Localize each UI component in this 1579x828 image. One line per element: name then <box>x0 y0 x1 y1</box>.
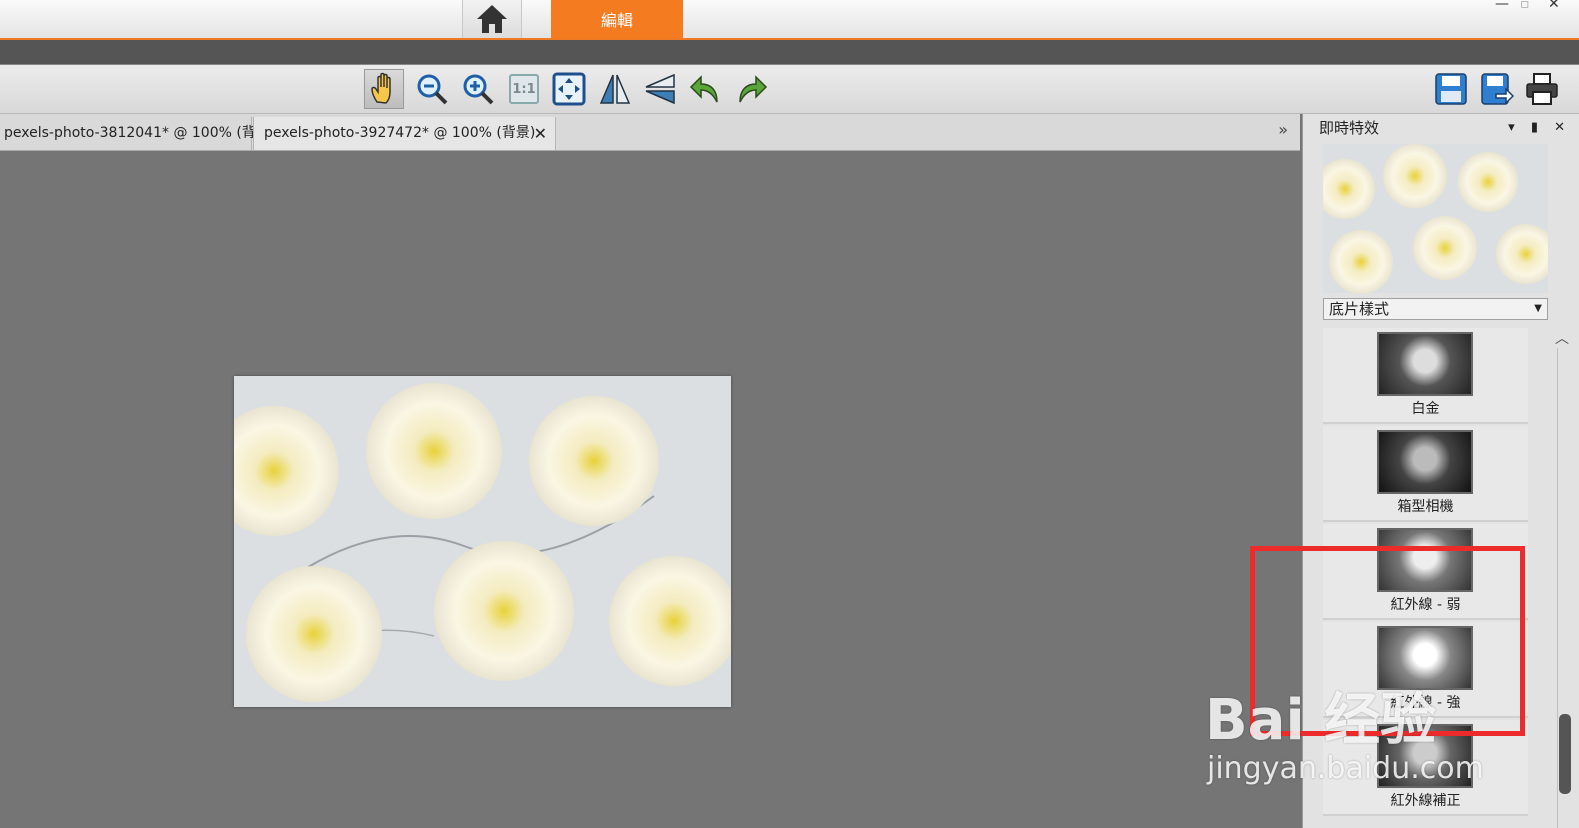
tab-document-1-label: pexels-photo-3812041* @ 100% (背景) <box>4 125 276 141</box>
tab-document-2-label: pexels-photo-3927472* @ 100% (背景) <box>264 125 536 141</box>
document-tabs: pexels-photo-3812041* @ 100% (背景) pexels… <box>0 114 1300 151</box>
rotate-right-button[interactable] <box>731 69 771 109</box>
effect-item[interactable]: 箱型相機 <box>1323 426 1528 522</box>
zoom-in-button[interactable] <box>458 69 498 109</box>
save-button[interactable] <box>1431 69 1471 109</box>
tab-document-1[interactable]: pexels-photo-3812041* @ 100% (背景) <box>0 117 275 150</box>
scroll-thumb[interactable] <box>1559 714 1571 794</box>
restore-button[interactable]: ▫ <box>1520 0 1530 12</box>
fit-window-button[interactable] <box>549 69 589 109</box>
hand-tool-button[interactable] <box>364 69 404 109</box>
style-select-value: 底片樣式 <box>1329 300 1390 318</box>
scroll-track <box>1557 348 1571 828</box>
effects-scrollbar[interactable]: ︿ <box>1553 328 1571 828</box>
effect-thumbnail <box>1377 430 1473 494</box>
menu-strip <box>0 40 1579 65</box>
flip-vertical-button[interactable] <box>640 69 680 109</box>
flip-horizontal-button[interactable] <box>595 69 635 109</box>
minimize-button[interactable]: — <box>1495 0 1509 12</box>
style-select[interactable]: 底片樣式 ▼ <box>1323 298 1548 320</box>
rotate-left-button[interactable] <box>686 69 726 109</box>
rotate-right-icon <box>739 75 768 103</box>
hand-icon <box>371 72 391 104</box>
tab-close-icon[interactable]: ✕ <box>534 117 547 150</box>
actual-size-icon: 1:1 <box>509 74 539 104</box>
photo-image <box>234 376 731 707</box>
image-canvas[interactable] <box>0 151 1300 828</box>
fit-window-icon <box>552 72 586 106</box>
effect-label: 紅外線補正 <box>1390 793 1461 809</box>
flip-vertical-icon <box>645 73 675 105</box>
close-window-button[interactable]: ✕ <box>1548 0 1560 12</box>
effect-thumbnail <box>1377 332 1473 396</box>
home-icon <box>477 5 507 33</box>
effect-label: 白金 <box>1411 401 1440 417</box>
effect-preview-image <box>1323 144 1548 293</box>
zoom-out-icon <box>417 74 448 105</box>
effect-item[interactable]: 白金 <box>1323 328 1528 424</box>
zoom-out-button[interactable] <box>412 69 452 109</box>
save-icon <box>1435 73 1467 105</box>
zoom-in-icon <box>463 74 494 105</box>
panel-controls[interactable]: ▾ ▮ ✕ <box>1508 114 1571 142</box>
home-button[interactable] <box>462 0 522 38</box>
chevron-down-icon: ▼ <box>1534 303 1542 314</box>
chevron-up-icon[interactable]: ︿ <box>1555 328 1569 348</box>
save-as-button[interactable] <box>1477 69 1517 109</box>
effect-label: 箱型相機 <box>1397 499 1454 515</box>
actual-size-button[interactable]: 1:1 <box>504 69 544 109</box>
tabs-overflow-icon[interactable]: » <box>1278 120 1288 139</box>
panel-header: 即時特效 ▾ ▮ ✕ <box>1303 114 1579 142</box>
print-icon <box>1526 73 1558 105</box>
title-bar: 編輯 — ▫ ✕ <box>0 0 1579 40</box>
highlight-box <box>1250 546 1525 736</box>
tab-edit[interactable]: 編輯 <box>551 0 683 38</box>
tab-document-2[interactable]: pexels-photo-3927472* @ 100% (背景) ✕ <box>253 117 556 150</box>
print-button[interactable] <box>1522 69 1562 109</box>
rotate-left-icon <box>689 75 718 103</box>
flip-horizontal-icon <box>599 74 631 104</box>
toolbar: 1:1 <box>0 65 1579 114</box>
save-as-icon <box>1481 73 1514 105</box>
panel-title: 即時特效 <box>1319 119 1380 137</box>
